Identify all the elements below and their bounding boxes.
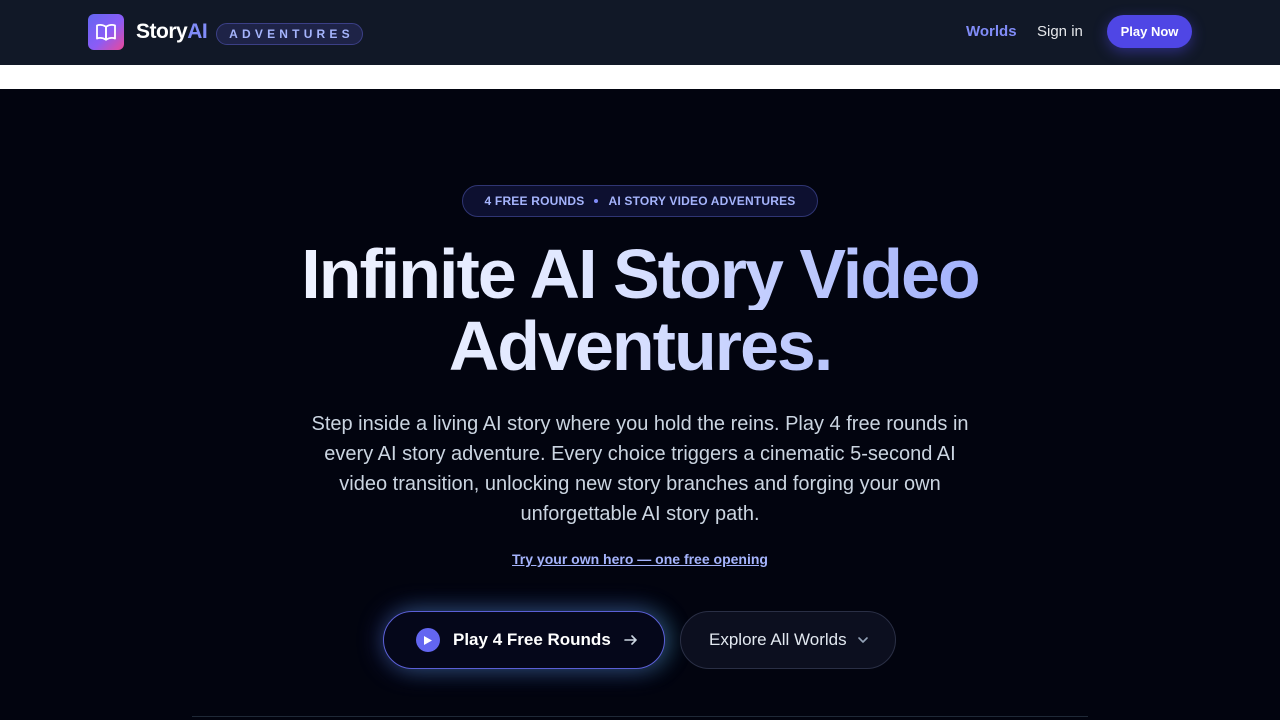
play-free-rounds-button[interactable]: Play 4 Free Rounds: [383, 611, 665, 669]
try-own-hero-link[interactable]: Try your own hero — one free opening: [0, 551, 1280, 567]
nav-link-worlds[interactable]: Worlds: [966, 23, 1017, 40]
brand-name-part2: AI: [187, 20, 208, 43]
headline-line-2: Adventures.: [0, 310, 1280, 382]
play-icon: [416, 628, 440, 652]
banner-strip: [0, 65, 1280, 89]
arrow-right-icon: [623, 635, 637, 645]
section-divider: [192, 716, 1088, 717]
hero-headline: Infinite AI Story Video Adventures.: [0, 238, 1280, 382]
book-open-icon: [96, 23, 116, 41]
hero-badge: 4 FREE ROUNDS AI STORY VIDEO ADVENTURES: [462, 185, 818, 217]
brand-name[interactable]: StoryAI: [136, 19, 208, 45]
badge-separator-dot: [594, 199, 599, 203]
headline-line-1: Infinite AI Story Video: [0, 238, 1280, 310]
play-free-rounds-label: Play 4 Free Rounds: [453, 630, 611, 649]
brand-name-part1: Story: [136, 20, 188, 43]
explore-worlds-label: Explore All Worlds: [709, 630, 847, 649]
nav-link-sign-in[interactable]: Sign in: [1037, 23, 1083, 40]
badge-free-rounds: 4 FREE ROUNDS: [484, 194, 585, 208]
explore-worlds-button[interactable]: Explore All Worlds: [680, 611, 896, 669]
badge-adventures: AI STORY VIDEO ADVENTURES: [608, 194, 796, 208]
hero-description: Step inside a living AI story where you …: [311, 413, 969, 525]
chevron-down-icon: [857, 637, 868, 643]
top-navbar: StoryAI ADVENTURES Worlds Sign in Play N…: [0, 0, 1280, 65]
logo[interactable]: [88, 14, 124, 50]
play-now-button[interactable]: Play Now: [1107, 15, 1192, 48]
brand-tag-pill: ADVENTURES: [216, 23, 363, 45]
